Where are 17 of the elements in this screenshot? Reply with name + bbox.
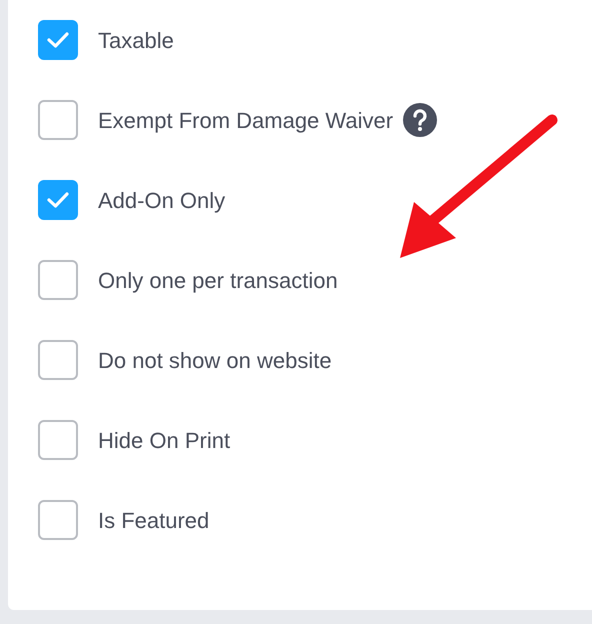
option-label: Exempt From Damage Waiver <box>98 106 394 135</box>
checkbox[interactable] <box>38 260 78 300</box>
help-icon[interactable] <box>403 103 438 137</box>
checkbox[interactable] <box>38 180 78 220</box>
checkmark-icon <box>47 191 69 209</box>
option-label: Hide On Print <box>98 426 230 454</box>
option-label: Do not show on website <box>98 346 332 374</box>
checkbox[interactable] <box>38 340 78 380</box>
checkbox[interactable] <box>38 420 78 460</box>
option-label: Add-On Only <box>98 186 226 215</box>
checkbox[interactable] <box>38 100 78 140</box>
checkmark-icon <box>47 31 69 49</box>
option-label: Taxable <box>98 26 174 54</box>
option-label: Only one per transaction <box>98 266 338 295</box>
checkbox[interactable] <box>38 20 78 60</box>
checkbox[interactable] <box>38 500 78 540</box>
option-label: Is Featured <box>98 506 210 534</box>
